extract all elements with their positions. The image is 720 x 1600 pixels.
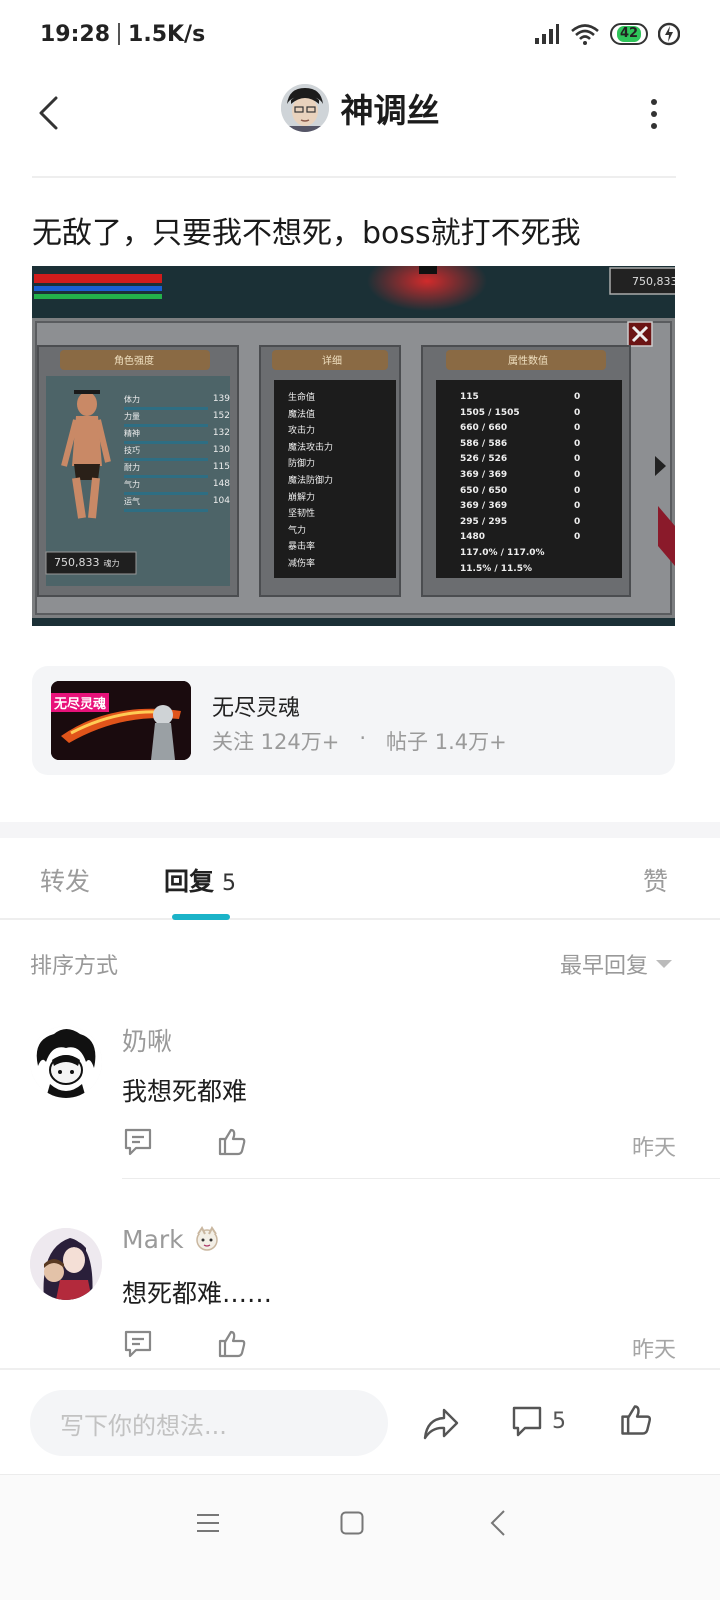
battery-level: 42	[616, 26, 642, 42]
post-header: 神调丝	[0, 68, 720, 178]
game-posts: 帖子 1.4万+	[386, 730, 507, 754]
reply-icon[interactable]	[122, 1328, 154, 1360]
tab-reply-count: 5	[222, 871, 237, 896]
status-net-speed: 1.5K/s	[128, 21, 206, 47]
menu-icon[interactable]	[196, 1511, 220, 1535]
sort-row: 排序方式 最早回复	[0, 940, 720, 984]
game-stats: 关注 124万+ · 帖子 1.4万+	[212, 726, 507, 756]
image-currency-top: 750,833	[632, 275, 675, 288]
tab-like[interactable]: 赞	[643, 862, 668, 898]
status-left: 19:28 1.5K/s	[40, 22, 205, 47]
home-icon[interactable]	[340, 1511, 364, 1535]
game-name: 无尽灵魂	[212, 696, 301, 721]
image-panel-attributes-title: 属性数值	[508, 356, 548, 367]
tab-reply[interactable]: 回复 5	[164, 862, 236, 898]
comment-input[interactable]: 写下你的想法...	[30, 1390, 388, 1456]
status-time: 19:28	[40, 21, 111, 47]
comment-text: 想死都难……	[122, 1279, 273, 1308]
status-bar: 19:28 1.5K/s 42	[0, 0, 720, 68]
game-followers: 关注 124万+	[212, 730, 340, 754]
post-title: 无敌了，只要我不想死，boss就打不死我	[32, 216, 581, 251]
comment-button[interactable]: 5	[510, 1404, 566, 1438]
image-panel-character-title: 角色强度	[114, 356, 154, 367]
sort-dropdown[interactable]: 最早回复	[560, 948, 672, 980]
game-thumbnail: 无尽灵魂	[51, 681, 191, 760]
author-avatar[interactable]	[280, 84, 329, 132]
more-icon[interactable]	[642, 94, 666, 134]
section-gap	[0, 822, 720, 838]
comment-author[interactable]: Mark	[122, 1224, 222, 1254]
comment-actions: 昨天	[122, 1328, 676, 1368]
user-badge-icon	[195, 1226, 218, 1251]
comment-author[interactable]: 奶啾	[122, 1022, 172, 1058]
thumbs-up-icon[interactable]	[216, 1126, 248, 1158]
bottom-input-bar: 写下你的想法... 5	[0, 1368, 720, 1474]
header-divider	[32, 176, 676, 178]
comment-avatar[interactable]	[30, 1026, 102, 1098]
image-resist-values: 00 00 00 00 00	[574, 392, 581, 543]
thumbs-up-icon[interactable]	[618, 1402, 654, 1438]
reply-icon[interactable]	[122, 1126, 154, 1158]
game-thumb-text: 无尽灵魂	[51, 693, 110, 712]
system-nav-bar	[0, 1474, 720, 1600]
author-info[interactable]: 神调丝	[0, 84, 720, 132]
comment-item: 奶啾 我想死都难 昨天	[0, 1010, 720, 1180]
caret-down-icon	[656, 960, 672, 968]
thumbs-up-icon[interactable]	[216, 1328, 248, 1360]
image-char-stats: 体力 139 力量 152 精神 132 技巧 130 耐力 115 气力 148 运气 10…	[124, 394, 230, 506]
comment-avatar[interactable]	[30, 1228, 102, 1300]
interaction-tabs: 转发 回复 5 赞	[0, 838, 720, 920]
comment-divider	[122, 1178, 720, 1179]
share-icon[interactable]	[422, 1406, 460, 1442]
tab-forward[interactable]: 转发	[40, 862, 90, 898]
tab-indicator	[172, 914, 230, 920]
signal-icon	[535, 24, 559, 44]
image-currency-bottom: 750,833 魂力	[54, 556, 120, 569]
battery-icon: 42	[610, 23, 648, 45]
author-name[interactable]: 神调丝	[341, 84, 440, 132]
stats-dot: ·	[359, 726, 367, 750]
image-panel-detail-title: 详细	[322, 356, 342, 367]
comment-icon	[512, 1406, 542, 1437]
tab-reply-label: 回复	[164, 867, 215, 896]
nav-back-icon[interactable]	[490, 1509, 506, 1537]
image-attr-values: 115 1505 / 1505 660 / 660 586 / 586 526 / …	[460, 392, 545, 574]
comment-author-name: Mark	[122, 1224, 184, 1254]
status-icons: 42	[534, 22, 680, 46]
comment-item: Mark 想死都难…… 昨天	[0, 1212, 720, 1368]
comment-actions: 昨天	[122, 1126, 676, 1166]
status-separator	[118, 23, 121, 45]
comment-time: 昨天	[631, 1338, 676, 1363]
post-image[interactable]: 750,833 角色强度 详细 属性数值 体力 139 力量 152 精神 132 技…	[32, 266, 675, 626]
image-detail-list: 生命值 魔法值 攻击力 魔法攻击力 防御力 魔法防御力 崩解力 坚韧性 气力 暴击率 减伤…	[288, 393, 334, 569]
game-card[interactable]: 无尽灵魂 无尽灵魂 关注 124万+ · 帖子 1.4万+	[32, 666, 675, 775]
sort-value: 最早回复	[559, 954, 648, 979]
comment-time: 昨天	[631, 1136, 676, 1161]
comment-count: 5	[552, 1408, 566, 1434]
charging-icon	[658, 22, 680, 46]
sort-label: 排序方式	[30, 954, 119, 979]
comment-text: 我想死都难	[122, 1077, 248, 1106]
wifi-icon	[571, 24, 599, 45]
